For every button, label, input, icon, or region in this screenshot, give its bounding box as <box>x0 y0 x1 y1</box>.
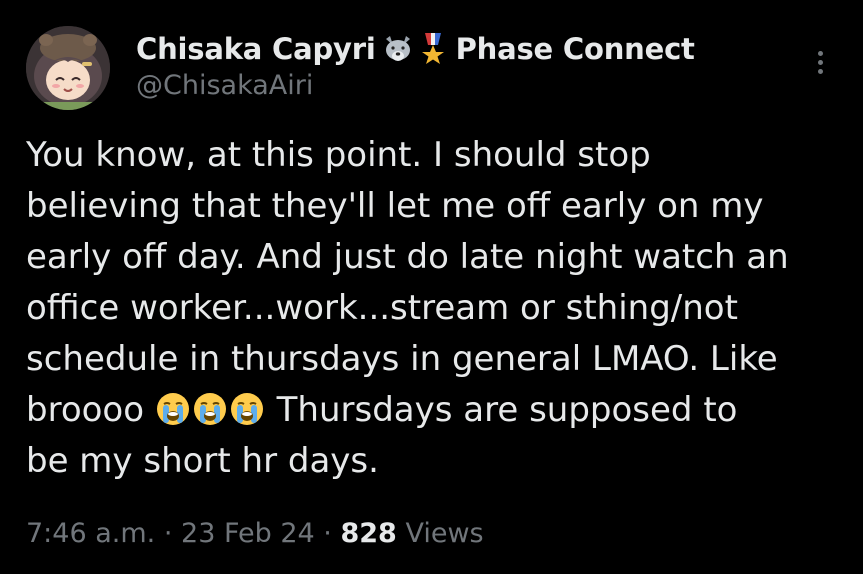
tweet-text-line: be my short hr days. <box>26 441 379 481</box>
author-affiliation[interactable]: Phase Connect <box>456 32 695 66</box>
tweet-text-segment: Thursdays are supposed to <box>276 390 738 430</box>
author-handle[interactable]: @ChisakaAiri <box>136 70 313 101</box>
views-count[interactable]: 828 <box>340 518 396 549</box>
tweet-text-segment: broooo <box>26 390 145 430</box>
meta-separator: · <box>163 518 173 549</box>
tweet-text-line-emoji: broooo Thursdays are supposed to <box>26 385 856 436</box>
tweet-text-line: office worker...work...stream or sthing/… <box>26 288 738 328</box>
loudly-crying-face-icon <box>155 391 191 427</box>
author-name-row[interactable]: Chisaka Capyri Phase Connect <box>136 29 695 69</box>
more-dot <box>817 50 823 56</box>
more-dot <box>817 59 823 65</box>
tweet-text-line: early off day. And just do late night wa… <box>26 237 789 277</box>
avatar-image <box>26 26 110 110</box>
tweet-date[interactable]: 23 Feb 24 <box>181 518 315 549</box>
tweet-text-line: schedule in thursdays in general LMAO. L… <box>26 339 778 379</box>
views-label[interactable]: Views <box>405 518 483 549</box>
more-options-button[interactable] <box>808 44 832 80</box>
avatar[interactable] <box>26 26 110 110</box>
loudly-crying-face-icon <box>229 391 265 427</box>
military-medal-icon <box>420 33 446 65</box>
tweet-text: You know, at this point. I should stop b… <box>26 130 856 487</box>
tweet-text-line: You know, at this point. I should stop <box>26 135 651 175</box>
loudly-crying-face-icon <box>192 391 228 427</box>
tweet-time[interactable]: 7:46 a.m. <box>26 518 155 549</box>
author-display-name[interactable]: Chisaka Capyri <box>136 32 376 66</box>
more-dot <box>817 68 823 74</box>
wolf-icon <box>382 33 414 65</box>
tweet-meta: 7:46 a.m. · 23 Feb 24 · 828 Views <box>26 518 484 549</box>
tweet-card: Chisaka Capyri Phase Connect @ChisakaAir… <box>0 0 863 574</box>
tweet-text-line: believing that they'll let me off early … <box>26 186 764 226</box>
meta-separator: · <box>323 518 332 549</box>
